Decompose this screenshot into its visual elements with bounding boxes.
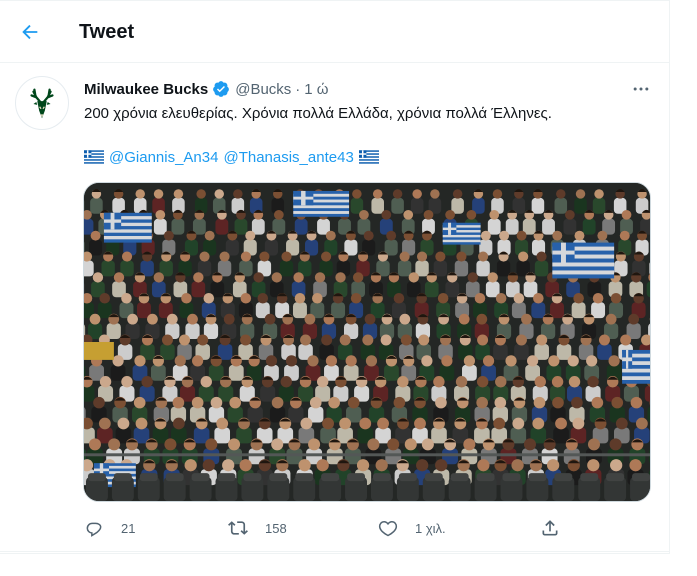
- retweet-icon: [228, 521, 248, 535]
- tweet-timestamp[interactable]: 1 ώ: [304, 81, 328, 98]
- greek-flag-icon: [358, 150, 379, 164]
- retweet-count: 158: [265, 520, 287, 536]
- verified-badge-icon: [213, 81, 230, 97]
- tweet-photo[interactable]: [83, 182, 651, 502]
- tweet[interactable]: Milwaukee Bucks @Bucks · 1 ώ 200 χρόνια …: [0, 64, 670, 552]
- crowd-photo-image: [84, 183, 650, 501]
- like-count: 1 χιλ.: [415, 520, 446, 536]
- retweet-button[interactable]: 158: [228, 516, 287, 540]
- like-button[interactable]: 1 χιλ.: [378, 516, 446, 540]
- mention-line: @Giannis_An34 @Thanasis_ante43: [84, 147, 384, 167]
- reply-count: 21: [121, 520, 136, 536]
- user-handle[interactable]: @Bucks: [235, 81, 291, 98]
- mention-giannis[interactable]: @Giannis_An34: [109, 149, 218, 166]
- avatar[interactable]: [15, 76, 69, 130]
- share-icon: [542, 520, 558, 536]
- more-options-button[interactable]: [626, 78, 656, 100]
- next-section: [0, 553, 670, 576]
- more-dots-icon: [633, 87, 649, 91]
- tweet-actions: 21 158 1 χιλ.: [84, 516, 564, 540]
- reply-icon: [86, 522, 102, 537]
- display-name[interactable]: Milwaukee Bucks: [84, 81, 208, 98]
- tweet-text: 200 χρόνια ελευθερίας. Χρόνια πολλά Ελλά…: [84, 105, 552, 122]
- tweet-page: Tweet Milwaukee Bucks @Bucks · 1 ώ 200 χ…: [0, 0, 670, 576]
- page-header: Tweet: [0, 1, 670, 63]
- share-button[interactable]: [540, 516, 560, 540]
- tweet-author-line: Milwaukee Bucks @Bucks · 1 ώ: [84, 79, 329, 99]
- heart-icon: [378, 520, 398, 537]
- separator-dot: ·: [295, 80, 301, 98]
- bucks-logo-icon: [30, 88, 54, 119]
- reply-button[interactable]: 21: [84, 516, 135, 540]
- back-arrow-icon: [22, 24, 38, 40]
- back-button[interactable]: [12, 14, 48, 50]
- page-title: Tweet: [79, 21, 135, 43]
- mention-thanasis[interactable]: @Thanasis_ante43: [223, 149, 353, 166]
- greek-flag-icon: [84, 150, 104, 164]
